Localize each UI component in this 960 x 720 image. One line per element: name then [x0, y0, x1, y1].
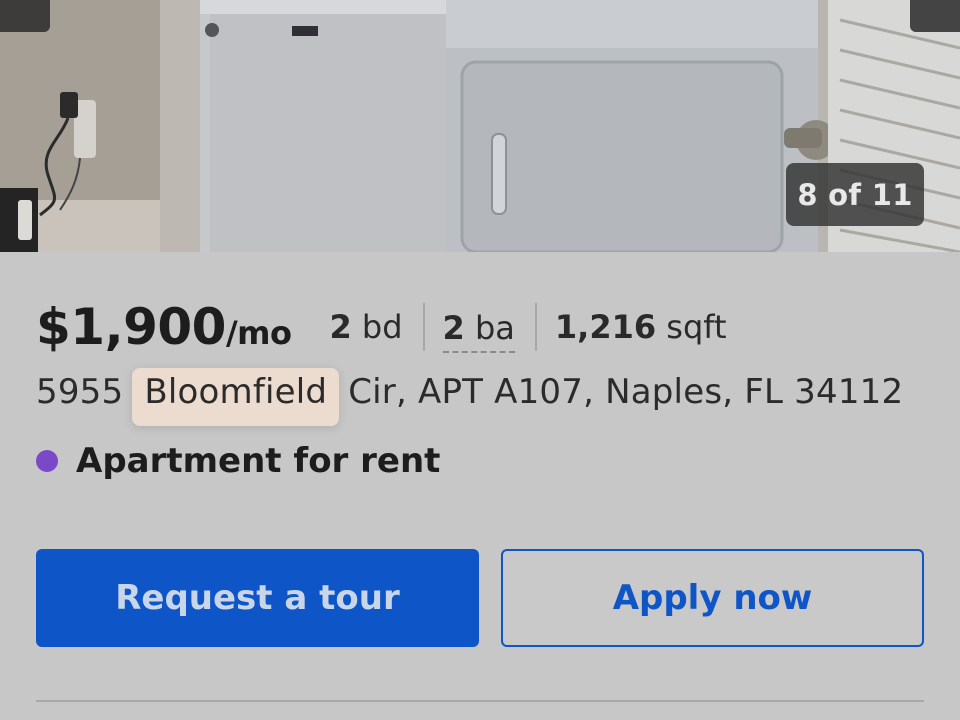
- status-label: Apartment for rent: [76, 441, 441, 481]
- price: $1,900/mo: [36, 298, 292, 356]
- beds-unit: bd: [361, 308, 403, 346]
- apply-now-button[interactable]: Apply now: [501, 549, 924, 647]
- baths[interactable]: 2 ba: [442, 309, 515, 353]
- fact-divider: [422, 303, 425, 351]
- baths-unit: ba: [474, 309, 515, 347]
- status-dot-icon: [36, 450, 58, 472]
- sqft-value: 1,216: [554, 308, 657, 346]
- beds: 2 bd: [329, 308, 402, 346]
- price-unit: /mo: [225, 314, 292, 352]
- address-number: 5955: [36, 372, 135, 412]
- listing-address[interactable]: 5955 Bloomfield Cir, APT A107, Naples, F…: [36, 368, 904, 426]
- next-photo-button[interactable]: [910, 0, 960, 32]
- baths-value: 2: [442, 309, 465, 347]
- price-amount: $1,900: [36, 298, 226, 356]
- fact-divider: [534, 303, 537, 351]
- address-rest: Cir, APT A107, Naples, FL 34112: [337, 372, 904, 412]
- beds-value: 2: [329, 308, 352, 346]
- address-highlight: Bloomfield: [132, 368, 340, 426]
- listing-facts: $1,900/mo 2 bd 2 ba 1,216 sqft: [36, 292, 727, 362]
- previous-photo-button[interactable]: [0, 0, 50, 32]
- listing-photo[interactable]: 8 of 11: [0, 0, 960, 252]
- section-divider: [36, 700, 924, 702]
- sqft-unit: sqft: [666, 308, 727, 346]
- photo-counter: 8 of 11: [786, 163, 924, 226]
- listing-status: Apartment for rent: [36, 436, 440, 486]
- request-tour-button[interactable]: Request a tour: [36, 549, 479, 647]
- sqft: 1,216 sqft: [555, 308, 727, 346]
